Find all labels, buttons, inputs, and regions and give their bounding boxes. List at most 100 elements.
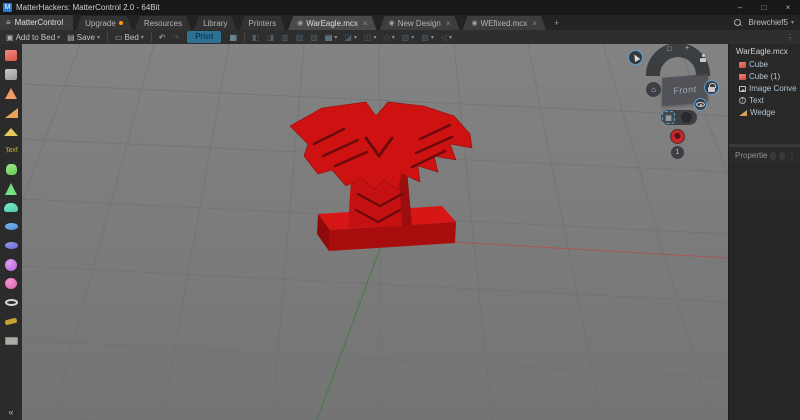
- scale-tool-button[interactable]: ◫ ▾: [362, 31, 379, 43]
- close-tab-icon[interactable]: ×: [363, 19, 368, 28]
- minimize-button[interactable]: –: [728, 3, 752, 12]
- toolbar-divider: [106, 32, 108, 42]
- toolbar-overflow-icon[interactable]: ⋮: [786, 33, 796, 42]
- primitive-cone[interactable]: [2, 182, 20, 195]
- torus-icon: [4, 223, 18, 230]
- duplicate-button[interactable]: ◧: [250, 31, 262, 43]
- hamburger-menu-icon: ≡: [6, 18, 11, 27]
- tab-upgrade[interactable]: Upgrade: [76, 16, 132, 30]
- print-button[interactable]: Print: [187, 31, 222, 43]
- doc-tab-wefixed[interactable]: ◉ WEfixed.mcx ×: [463, 16, 546, 30]
- scene-title: WarEagle.mcx: [736, 47, 788, 56]
- home-view-button[interactable]: ⌂: [646, 82, 661, 97]
- primitive-cylinder[interactable]: [2, 163, 20, 176]
- visibility-button[interactable]: [694, 98, 707, 111]
- scene-item-cube[interactable]: Cube: [729, 59, 800, 70]
- undo-button[interactable]: ↶: [157, 31, 168, 43]
- properties-overflow-icon[interactable]: ⋮: [788, 151, 798, 160]
- primitive-sphere[interactable]: [2, 258, 20, 271]
- bed-visibility-toggle[interactable]: ▦: [661, 110, 697, 125]
- line-tool-button[interactable]: ◁ ▾: [439, 31, 454, 43]
- primitive-half-sphere[interactable]: [2, 201, 20, 214]
- reset-view-button[interactable]: □: [667, 46, 671, 53]
- scene-tree: Cube Cube (1) Image Conve T Text Wedge: [729, 59, 800, 118]
- scene-item-wedge[interactable]: Wedge: [729, 107, 800, 118]
- chevron-down-icon: ▾: [391, 34, 395, 41]
- ungroup-button[interactable]: ▥: [279, 31, 291, 43]
- scene-item-image-converter[interactable]: Image Conve: [729, 83, 800, 94]
- add-to-bed-button[interactable]: ▣ Add to Bed ▾: [4, 31, 62, 43]
- tab-printers[interactable]: Printers: [240, 16, 286, 30]
- person-view-button[interactable]: [700, 54, 706, 62]
- material-tool-button[interactable]: ◇ ▾: [382, 31, 397, 43]
- duplicate-icon: ◧: [252, 32, 260, 42]
- image-converter-icon: [4, 299, 18, 306]
- collapse-sidebar-button[interactable]: «: [8, 407, 13, 417]
- rotate-tool-button[interactable]: ◪ ▾: [342, 31, 359, 43]
- group-button[interactable]: ◨: [265, 31, 277, 43]
- primitive-wedge[interactable]: [2, 106, 20, 119]
- properties-help-icon[interactable]: [770, 151, 777, 160]
- tab-resources-label: Resources: [143, 18, 183, 28]
- new-tab-button[interactable]: +: [550, 16, 563, 30]
- close-tab-icon[interactable]: ×: [532, 19, 537, 28]
- part-icon: ◉: [388, 20, 395, 27]
- primitive-cube-gray[interactable]: [2, 68, 20, 81]
- chevron-down-icon: ▾: [334, 34, 338, 41]
- account-name: Brewchief5: [748, 18, 788, 27]
- doc-tab-newdesign-label: New Design: [397, 18, 441, 28]
- primitive-half-wedge[interactable]: [2, 125, 20, 138]
- cube-gray-icon: [5, 69, 17, 80]
- primitive-image-card[interactable]: [2, 334, 20, 347]
- tab-library[interactable]: Library: [194, 16, 236, 30]
- doc-tab-wareagle[interactable]: ◉ WarEagle.mcx ×: [288, 16, 377, 30]
- primitive-image-converter[interactable]: [2, 296, 20, 309]
- lock-view-button[interactable]: [704, 80, 719, 95]
- slice-button[interactable]: ▦: [227, 31, 239, 43]
- maximize-button[interactable]: □: [752, 3, 776, 12]
- slice-icon: ▦: [229, 32, 237, 42]
- tab-resources[interactable]: Resources: [135, 16, 191, 30]
- eye-icon: [696, 102, 705, 107]
- primitive-text[interactable]: Text: [2, 144, 20, 157]
- align-button[interactable]: ▧: [308, 31, 320, 43]
- primitive-ring[interactable]: [2, 239, 20, 252]
- primitive-hook[interactable]: [2, 315, 20, 328]
- save-button[interactable]: ▤ Save ▾: [65, 31, 102, 43]
- close-button[interactable]: ×: [776, 3, 800, 12]
- extruder-button[interactable]: 1: [671, 146, 684, 159]
- primitives-sidebar: Text «: [0, 44, 22, 420]
- scene-item-cube-1[interactable]: Cube (1): [729, 71, 800, 82]
- rotate-mode-button[interactable]: [628, 50, 643, 65]
- primitive-sphere-pink[interactable]: [2, 277, 20, 290]
- primitive-pyramid[interactable]: [2, 87, 20, 100]
- search-icon[interactable]: [734, 18, 742, 27]
- close-tab-icon[interactable]: ×: [446, 19, 451, 28]
- main-menu-tab[interactable]: ≡ MatterControl: [0, 15, 74, 30]
- rotate-tool-icon: ◪: [344, 32, 352, 42]
- viewport-3d[interactable]: □ + Front ⌂ ▦ 1: [22, 44, 728, 420]
- cube-icon: [739, 61, 746, 68]
- doc-tab-wareagle-label: WarEagle.mcx: [306, 18, 358, 28]
- redo-button[interactable]: ↷: [171, 31, 182, 43]
- pen-tool-button[interactable]: ▨ ▾: [419, 31, 436, 43]
- primitive-torus[interactable]: [2, 220, 20, 233]
- supports-tool-button[interactable]: ▥ ▾: [400, 31, 417, 43]
- model-wareagle[interactable]: [289, 101, 473, 251]
- scene-item-text[interactable]: T Text: [729, 95, 800, 106]
- primitive-cube[interactable]: [2, 49, 20, 62]
- cube-icon: [739, 73, 746, 80]
- mirror-button[interactable]: ▨: [294, 31, 306, 43]
- properties-lock-icon[interactable]: [779, 151, 785, 160]
- doc-tab-newdesign[interactable]: ◉ New Design ×: [380, 16, 460, 30]
- account-menu[interactable]: Brewchief5 ▾: [748, 18, 794, 27]
- material-color-button[interactable]: [670, 129, 685, 144]
- text-icon: T: [739, 97, 746, 104]
- wedge-icon: [4, 107, 18, 118]
- zoom-in-button[interactable]: +: [685, 45, 689, 52]
- scene-item-label: Cube (1): [749, 72, 781, 81]
- toolbar-divider: [244, 32, 245, 42]
- sphere-icon: [5, 258, 17, 271]
- bed-button[interactable]: ▭ Bed ▾: [113, 31, 146, 43]
- layers-button[interactable]: ▤ ▾: [323, 31, 340, 43]
